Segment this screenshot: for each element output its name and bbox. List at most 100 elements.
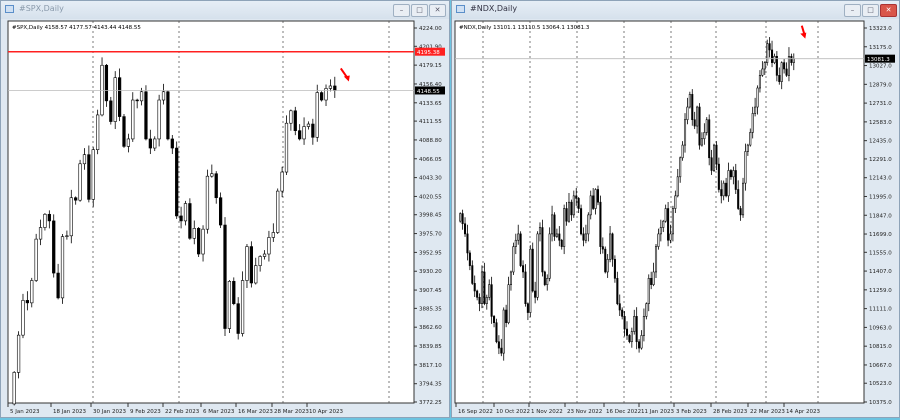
bull-candle [512, 246, 515, 273]
bear-candle [734, 170, 737, 190]
price-tick-label: 3907.45 [419, 288, 442, 294]
close-button[interactable]: ✕ [429, 4, 446, 17]
price-tick-label: 4111.55 [419, 119, 442, 125]
bear-candle [293, 110, 297, 131]
bull-candle [157, 99, 161, 140]
spx-chart-window[interactable]: #SPX,Daily – □ ✕ #SPX,Daily 4158.57 4177… [0, 0, 450, 418]
bear-candle [778, 75, 781, 82]
bull-candle [507, 284, 510, 324]
bull-candle [584, 233, 587, 241]
minimize-button[interactable]: – [393, 4, 410, 17]
price-tick-label: 3862.60 [419, 325, 442, 331]
bear-candle [52, 220, 56, 274]
bear-candle [558, 233, 561, 241]
price-tick-label: 13027.0 [869, 64, 892, 70]
title-bar[interactable]: #NDX,Daily – □ ✕ [452, 1, 899, 19]
price-tick-label: 12731.0 [869, 101, 892, 107]
bull-candle [113, 77, 117, 122]
bear-candle [166, 91, 170, 140]
bear-candle [771, 49, 774, 63]
date-tick-label: 10 Oct 2022 [496, 409, 530, 415]
spx-candlestick-chart[interactable]: #SPX,Daily 4158.57 4177.57 4143.44 4148.… [1, 19, 449, 417]
ndx-candlestick-chart[interactable]: #NDX,Daily 13101.1 13110.5 13064.1 13081… [452, 19, 899, 417]
bear-candle [249, 246, 253, 284]
bull-candle [183, 203, 188, 222]
bear-candle [783, 62, 786, 70]
chart-info-label: #NDX,Daily 13101.1 13110.5 13064.1 13081… [459, 25, 590, 31]
price-tick-label: 3772.25 [419, 400, 442, 406]
bull-candle [139, 91, 144, 102]
date-tick-label: 28 Mar 2023 [274, 409, 309, 415]
date-tick-label: 16 Dec 2022 [606, 409, 641, 415]
bull-candle [742, 182, 745, 216]
price-tick-label: 3794.35 [419, 382, 442, 388]
bear-candle [635, 316, 638, 343]
ndx-chart-window[interactable]: #NDX,Daily – □ ✕ #NDX,Daily 13101.1 1311… [451, 0, 900, 418]
bull-candle [34, 238, 38, 281]
bear-candle [570, 201, 573, 216]
bear-candle [621, 309, 624, 317]
bull-candle [289, 110, 293, 124]
date-tick-label: 3 Feb 2023 [676, 409, 707, 415]
bull-candle [712, 144, 716, 171]
bear-candle [650, 278, 653, 285]
bull-candle [773, 55, 776, 63]
bear-candle [232, 281, 236, 304]
bull-candle [514, 239, 517, 247]
bull-candle [688, 94, 691, 108]
date-tick-label: 14 Apr 2023 [786, 409, 821, 415]
close-button[interactable]: ✕ [880, 4, 897, 17]
bear-candle [478, 297, 481, 304]
price-tick-label: 11995.0 [869, 194, 892, 200]
bull-candle [517, 233, 520, 241]
price-tick-label: 4088.80 [419, 138, 442, 144]
bear-candle [461, 213, 464, 225]
bull-candle [674, 195, 677, 209]
bull-candle [38, 227, 43, 240]
bull-candle [654, 246, 658, 273]
bear-candle [710, 157, 713, 171]
maximize-button[interactable]: □ [411, 4, 428, 17]
bull-candle [727, 170, 730, 197]
bear-candle [56, 272, 60, 299]
bull-candle [780, 62, 783, 82]
bull-candle [328, 85, 333, 89]
title-bar[interactable]: #SPX,Daily – □ ✕ [1, 1, 449, 19]
bull-candle [659, 227, 662, 235]
bull-candle [459, 213, 462, 222]
bull-candle [546, 278, 549, 285]
bear-candle [775, 55, 778, 76]
bull-candle [645, 303, 648, 317]
bear-candle [698, 106, 701, 146]
price-tick-label: 11111.0 [869, 307, 892, 313]
bear-candle [616, 278, 619, 304]
date-tick-label: 22 Mar 2023 [750, 409, 785, 415]
minimize-button[interactable]: – [844, 4, 861, 17]
bear-candle [519, 233, 522, 266]
bear-candle [596, 189, 600, 203]
chart-info-label: #SPX,Daily 4158.57 4177.57 4143.44 4148.… [12, 25, 141, 31]
price-tick-label: 12291.0 [869, 157, 892, 163]
bull-candle [205, 175, 210, 230]
price-tick-label: 4224.00 [419, 26, 442, 32]
bull-candle [267, 237, 271, 255]
price-tick-label: 11555.0 [869, 250, 892, 256]
bull-candle [480, 271, 483, 304]
bull-candle [485, 297, 488, 304]
bull-candle [302, 126, 306, 140]
window-title: #NDX,Daily [470, 4, 518, 13]
bull-candle [82, 154, 87, 165]
bear-candle [464, 223, 467, 235]
bear-candle [575, 195, 578, 199]
price-tick-label: 3817.10 [419, 363, 442, 369]
date-tick-label: 16 Sep 2022 [458, 409, 493, 415]
bull-candle [754, 106, 757, 114]
price-tick-label: 13323.0 [869, 26, 892, 32]
bear-candle [135, 99, 139, 102]
bear-candle [729, 170, 732, 178]
bear-candle [476, 290, 479, 298]
bear-candle [236, 303, 240, 334]
maximize-button[interactable]: □ [862, 4, 879, 17]
chart-window-icon [456, 5, 465, 13]
bull-candle [567, 201, 571, 222]
